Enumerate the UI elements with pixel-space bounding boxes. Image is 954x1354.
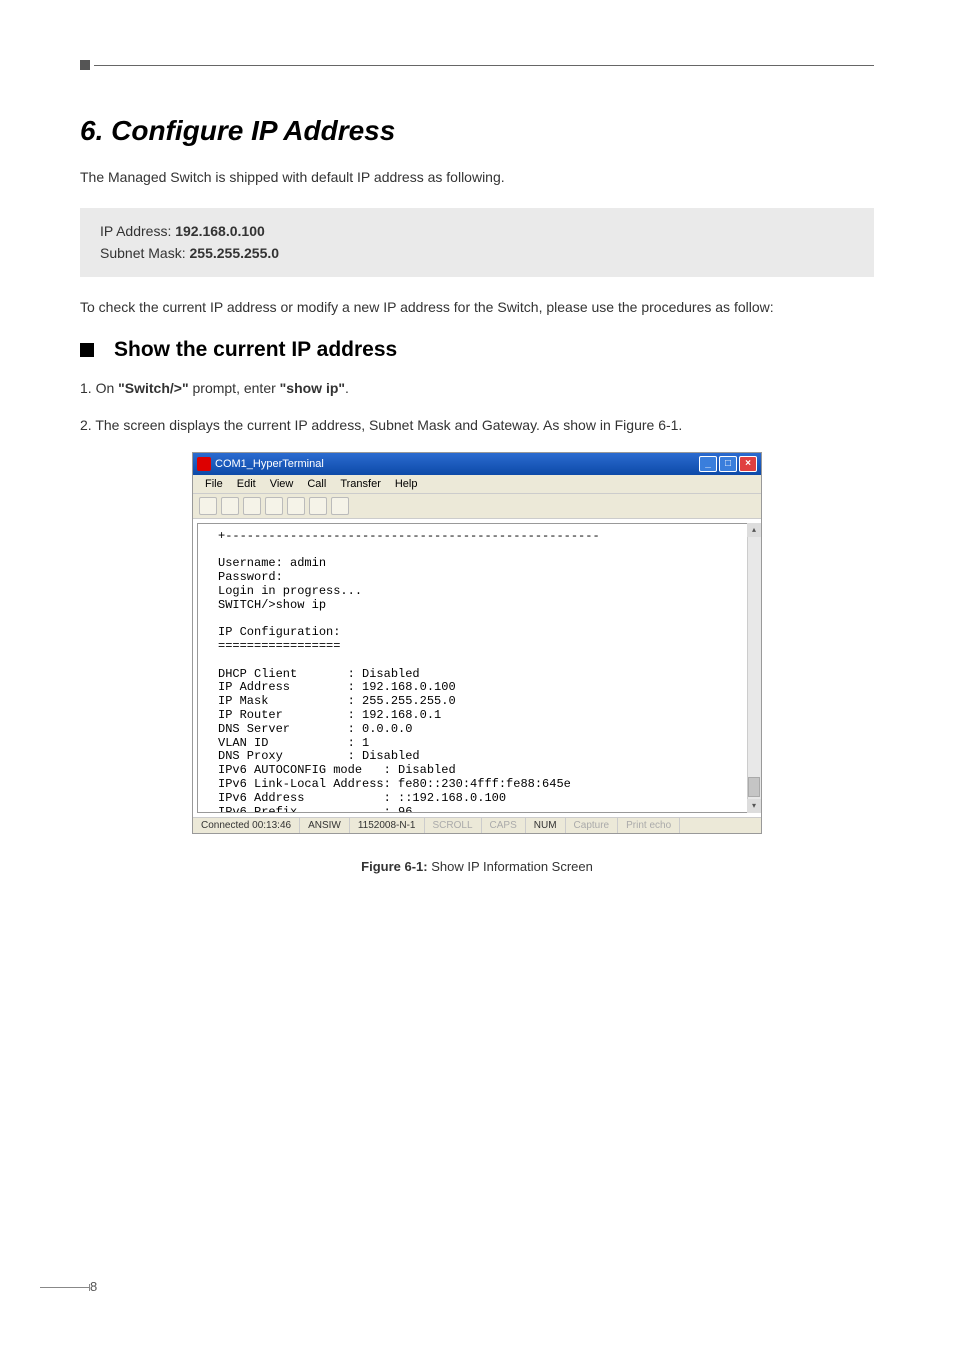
ip-value: 192.168.0.100 <box>175 223 265 239</box>
window-controls: _ □ × <box>699 456 757 472</box>
toolbar <box>193 494 761 519</box>
window-title: COM1_HyperTerminal <box>215 458 324 470</box>
tool-connect-icon[interactable] <box>243 497 261 515</box>
menu-edit[interactable]: Edit <box>231 477 262 491</box>
page-title: 6. Configure IP Address <box>80 115 874 147</box>
section-header: Show the current IP address <box>80 338 874 362</box>
menu-call[interactable]: Call <box>301 477 332 491</box>
step1-bold1: "Switch/>" <box>118 380 188 396</box>
page-header-rule <box>80 60 874 70</box>
tool-properties-icon[interactable] <box>331 497 349 515</box>
step1-post: . <box>345 380 349 396</box>
figure-label: Figure 6-1: <box>361 859 427 874</box>
tool-new-icon[interactable] <box>199 497 217 515</box>
header-square-icon <box>80 60 90 70</box>
status-echo: Print echo <box>618 818 680 833</box>
mask-label: Subnet Mask: <box>100 245 190 261</box>
section-title: Show the current IP address <box>114 338 397 362</box>
ip-label: IP Address: <box>100 223 175 239</box>
step-2: 2. The screen displays the current IP ad… <box>80 414 874 436</box>
step-1: 1. On "Switch/>" prompt, enter "show ip"… <box>80 377 874 399</box>
close-button[interactable]: × <box>739 456 757 472</box>
scroll-thumb[interactable] <box>748 777 760 797</box>
default-ip-box: IP Address: 192.168.0.100 Subnet Mask: 2… <box>80 208 874 277</box>
terminal-output: +---------------------------------------… <box>197 523 757 813</box>
maximize-button[interactable]: □ <box>719 456 737 472</box>
status-num: NUM <box>526 818 566 833</box>
page-tick-icon <box>40 1287 90 1288</box>
header-rule-line <box>94 65 874 66</box>
terminal-outer: +---------------------------------------… <box>193 523 761 813</box>
status-bar: Connected 00:13:46 ANSIW 1152008-N-1 SCR… <box>193 817 761 833</box>
step1-mid: prompt, enter <box>189 380 280 396</box>
status-scroll: SCROLL <box>425 818 482 833</box>
tool-receive-icon[interactable] <box>309 497 327 515</box>
scroll-down-icon[interactable]: ▾ <box>747 799 761 813</box>
title-bar-left: COM1_HyperTerminal <box>197 457 324 471</box>
check-text: To check the current IP address or modif… <box>80 297 874 318</box>
page-number-value: 8 <box>90 1279 97 1294</box>
tool-disconnect-icon[interactable] <box>265 497 283 515</box>
figure-caption: Figure 6-1: Show IP Information Screen <box>80 859 874 874</box>
tool-open-icon[interactable] <box>221 497 239 515</box>
scrollbar[interactable]: ▴ ▾ <box>747 523 761 813</box>
status-settings: 1152008-N-1 <box>350 818 425 833</box>
intro-text: The Managed Switch is shipped with defau… <box>80 167 874 188</box>
step1-bold2: "show ip" <box>280 380 345 396</box>
menu-file[interactable]: File <box>199 477 229 491</box>
bullet-square-icon <box>80 343 94 357</box>
status-emulation: ANSIW <box>300 818 350 833</box>
menu-bar: File Edit View Call Transfer Help <box>193 475 761 494</box>
mask-value: 255.255.255.0 <box>190 245 280 261</box>
figure-text: Show IP Information Screen <box>428 859 593 874</box>
terminal-window: COM1_HyperTerminal _ □ × File Edit View … <box>192 452 762 834</box>
status-connected: Connected 00:13:46 <box>193 818 300 833</box>
minimize-button[interactable]: _ <box>699 456 717 472</box>
menu-transfer[interactable]: Transfer <box>334 477 387 491</box>
tool-send-icon[interactable] <box>287 497 305 515</box>
status-capture: Capture <box>566 818 619 833</box>
scroll-up-icon[interactable]: ▴ <box>747 523 761 537</box>
title-bar: COM1_HyperTerminal _ □ × <box>193 453 761 475</box>
app-icon <box>197 457 211 471</box>
status-caps: CAPS <box>482 818 526 833</box>
menu-help[interactable]: Help <box>389 477 424 491</box>
menu-view[interactable]: View <box>264 477 300 491</box>
step1-pre: 1. On <box>80 380 118 396</box>
page-number: 8 <box>90 1279 97 1294</box>
